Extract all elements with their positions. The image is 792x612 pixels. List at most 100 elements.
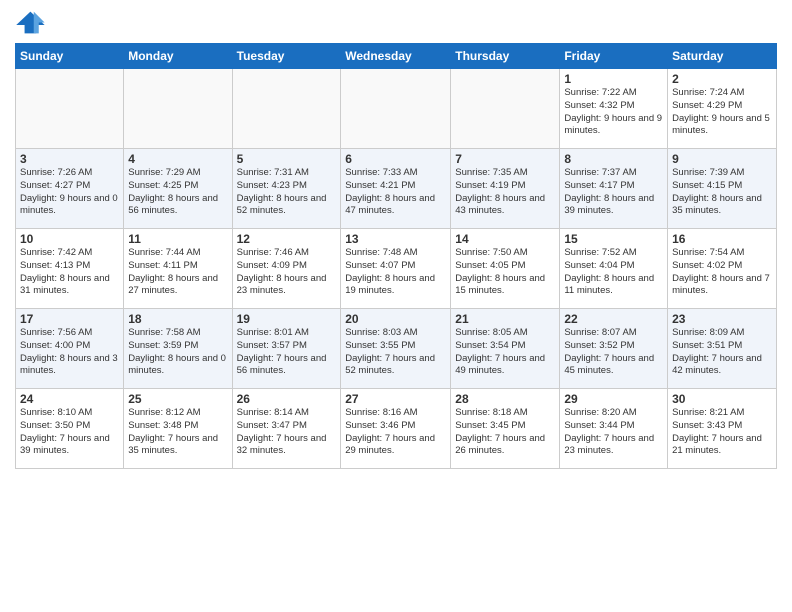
- calendar-header-saturday: Saturday: [668, 44, 777, 69]
- day-info: Sunrise: 8:16 AMSunset: 3:46 PMDaylight:…: [345, 407, 446, 458]
- calendar-cell: 29Sunrise: 8:20 AMSunset: 3:44 PMDayligh…: [560, 389, 668, 469]
- calendar-cell: 13Sunrise: 7:48 AMSunset: 4:07 PMDayligh…: [341, 229, 451, 309]
- calendar-cell: 1Sunrise: 7:22 AMSunset: 4:32 PMDaylight…: [560, 69, 668, 149]
- calendar-cell: 6Sunrise: 7:33 AMSunset: 4:21 PMDaylight…: [341, 149, 451, 229]
- day-info: Sunrise: 7:24 AMSunset: 4:29 PMDaylight:…: [672, 87, 772, 138]
- day-number: 7: [455, 152, 555, 166]
- day-number: 28: [455, 392, 555, 406]
- calendar-cell: [451, 69, 560, 149]
- day-number: 23: [672, 312, 772, 326]
- calendar-cell: 3Sunrise: 7:26 AMSunset: 4:27 PMDaylight…: [16, 149, 124, 229]
- calendar-cell: [232, 69, 341, 149]
- calendar-cell: 14Sunrise: 7:50 AMSunset: 4:05 PMDayligh…: [451, 229, 560, 309]
- calendar-cell: 8Sunrise: 7:37 AMSunset: 4:17 PMDaylight…: [560, 149, 668, 229]
- day-number: 12: [237, 232, 337, 246]
- calendar-cell: 17Sunrise: 7:56 AMSunset: 4:00 PMDayligh…: [16, 309, 124, 389]
- day-info: Sunrise: 7:37 AMSunset: 4:17 PMDaylight:…: [564, 167, 663, 218]
- day-info: Sunrise: 7:50 AMSunset: 4:05 PMDaylight:…: [455, 247, 555, 298]
- day-info: Sunrise: 7:58 AMSunset: 3:59 PMDaylight:…: [128, 327, 227, 378]
- calendar-header-monday: Monday: [124, 44, 232, 69]
- calendar-cell: 28Sunrise: 8:18 AMSunset: 3:45 PMDayligh…: [451, 389, 560, 469]
- day-info: Sunrise: 8:03 AMSunset: 3:55 PMDaylight:…: [345, 327, 446, 378]
- day-number: 5: [237, 152, 337, 166]
- day-info: Sunrise: 7:54 AMSunset: 4:02 PMDaylight:…: [672, 247, 772, 298]
- day-number: 29: [564, 392, 663, 406]
- day-info: Sunrise: 8:07 AMSunset: 3:52 PMDaylight:…: [564, 327, 663, 378]
- day-info: Sunrise: 7:42 AMSunset: 4:13 PMDaylight:…: [20, 247, 119, 298]
- calendar-header-wednesday: Wednesday: [341, 44, 451, 69]
- day-info: Sunrise: 7:35 AMSunset: 4:19 PMDaylight:…: [455, 167, 555, 218]
- calendar-header-tuesday: Tuesday: [232, 44, 341, 69]
- day-number: 18: [128, 312, 227, 326]
- day-number: 15: [564, 232, 663, 246]
- calendar-cell: 15Sunrise: 7:52 AMSunset: 4:04 PMDayligh…: [560, 229, 668, 309]
- day-info: Sunrise: 8:09 AMSunset: 3:51 PMDaylight:…: [672, 327, 772, 378]
- day-info: Sunrise: 7:56 AMSunset: 4:00 PMDaylight:…: [20, 327, 119, 378]
- calendar-header-friday: Friday: [560, 44, 668, 69]
- day-info: Sunrise: 8:20 AMSunset: 3:44 PMDaylight:…: [564, 407, 663, 458]
- day-info: Sunrise: 8:05 AMSunset: 3:54 PMDaylight:…: [455, 327, 555, 378]
- day-number: 21: [455, 312, 555, 326]
- calendar: SundayMondayTuesdayWednesdayThursdayFrid…: [15, 43, 777, 469]
- calendar-header-row: SundayMondayTuesdayWednesdayThursdayFrid…: [16, 44, 777, 69]
- day-number: 14: [455, 232, 555, 246]
- calendar-week-3: 10Sunrise: 7:42 AMSunset: 4:13 PMDayligh…: [16, 229, 777, 309]
- logo: [15, 10, 48, 35]
- day-number: 26: [237, 392, 337, 406]
- day-number: 19: [237, 312, 337, 326]
- day-number: 27: [345, 392, 446, 406]
- day-number: 17: [20, 312, 119, 326]
- day-info: Sunrise: 7:39 AMSunset: 4:15 PMDaylight:…: [672, 167, 772, 218]
- calendar-cell: 9Sunrise: 7:39 AMSunset: 4:15 PMDaylight…: [668, 149, 777, 229]
- day-info: Sunrise: 8:14 AMSunset: 3:47 PMDaylight:…: [237, 407, 337, 458]
- day-number: 4: [128, 152, 227, 166]
- calendar-cell: 7Sunrise: 7:35 AMSunset: 4:19 PMDaylight…: [451, 149, 560, 229]
- calendar-cell: 27Sunrise: 8:16 AMSunset: 3:46 PMDayligh…: [341, 389, 451, 469]
- calendar-cell: [16, 69, 124, 149]
- day-info: Sunrise: 8:18 AMSunset: 3:45 PMDaylight:…: [455, 407, 555, 458]
- calendar-cell: 2Sunrise: 7:24 AMSunset: 4:29 PMDaylight…: [668, 69, 777, 149]
- day-info: Sunrise: 7:31 AMSunset: 4:23 PMDaylight:…: [237, 167, 337, 218]
- calendar-cell: 23Sunrise: 8:09 AMSunset: 3:51 PMDayligh…: [668, 309, 777, 389]
- day-info: Sunrise: 7:26 AMSunset: 4:27 PMDaylight:…: [20, 167, 119, 218]
- calendar-header-sunday: Sunday: [16, 44, 124, 69]
- day-number: 10: [20, 232, 119, 246]
- page: SundayMondayTuesdayWednesdayThursdayFrid…: [0, 0, 792, 612]
- day-info: Sunrise: 7:52 AMSunset: 4:04 PMDaylight:…: [564, 247, 663, 298]
- calendar-cell: 18Sunrise: 7:58 AMSunset: 3:59 PMDayligh…: [124, 309, 232, 389]
- calendar-week-5: 24Sunrise: 8:10 AMSunset: 3:50 PMDayligh…: [16, 389, 777, 469]
- calendar-cell: [341, 69, 451, 149]
- day-info: Sunrise: 7:22 AMSunset: 4:32 PMDaylight:…: [564, 87, 663, 138]
- day-number: 8: [564, 152, 663, 166]
- calendar-cell: 24Sunrise: 8:10 AMSunset: 3:50 PMDayligh…: [16, 389, 124, 469]
- calendar-week-2: 3Sunrise: 7:26 AMSunset: 4:27 PMDaylight…: [16, 149, 777, 229]
- day-number: 11: [128, 232, 227, 246]
- calendar-cell: 21Sunrise: 8:05 AMSunset: 3:54 PMDayligh…: [451, 309, 560, 389]
- day-number: 2: [672, 72, 772, 86]
- calendar-cell: 5Sunrise: 7:31 AMSunset: 4:23 PMDaylight…: [232, 149, 341, 229]
- day-number: 9: [672, 152, 772, 166]
- header: [15, 10, 777, 35]
- calendar-cell: 12Sunrise: 7:46 AMSunset: 4:09 PMDayligh…: [232, 229, 341, 309]
- day-number: 20: [345, 312, 446, 326]
- day-info: Sunrise: 8:21 AMSunset: 3:43 PMDaylight:…: [672, 407, 772, 458]
- day-number: 3: [20, 152, 119, 166]
- calendar-cell: 4Sunrise: 7:29 AMSunset: 4:25 PMDaylight…: [124, 149, 232, 229]
- day-info: Sunrise: 8:12 AMSunset: 3:48 PMDaylight:…: [128, 407, 227, 458]
- calendar-cell: 26Sunrise: 8:14 AMSunset: 3:47 PMDayligh…: [232, 389, 341, 469]
- calendar-cell: 22Sunrise: 8:07 AMSunset: 3:52 PMDayligh…: [560, 309, 668, 389]
- day-info: Sunrise: 7:44 AMSunset: 4:11 PMDaylight:…: [128, 247, 227, 298]
- day-info: Sunrise: 7:46 AMSunset: 4:09 PMDaylight:…: [237, 247, 337, 298]
- day-info: Sunrise: 8:01 AMSunset: 3:57 PMDaylight:…: [237, 327, 337, 378]
- day-info: Sunrise: 7:33 AMSunset: 4:21 PMDaylight:…: [345, 167, 446, 218]
- day-number: 24: [20, 392, 119, 406]
- day-number: 16: [672, 232, 772, 246]
- day-number: 1: [564, 72, 663, 86]
- calendar-cell: 30Sunrise: 8:21 AMSunset: 3:43 PMDayligh…: [668, 389, 777, 469]
- day-number: 30: [672, 392, 772, 406]
- calendar-cell: 10Sunrise: 7:42 AMSunset: 4:13 PMDayligh…: [16, 229, 124, 309]
- calendar-header-thursday: Thursday: [451, 44, 560, 69]
- calendar-cell: 11Sunrise: 7:44 AMSunset: 4:11 PMDayligh…: [124, 229, 232, 309]
- day-info: Sunrise: 7:48 AMSunset: 4:07 PMDaylight:…: [345, 247, 446, 298]
- calendar-cell: 25Sunrise: 8:12 AMSunset: 3:48 PMDayligh…: [124, 389, 232, 469]
